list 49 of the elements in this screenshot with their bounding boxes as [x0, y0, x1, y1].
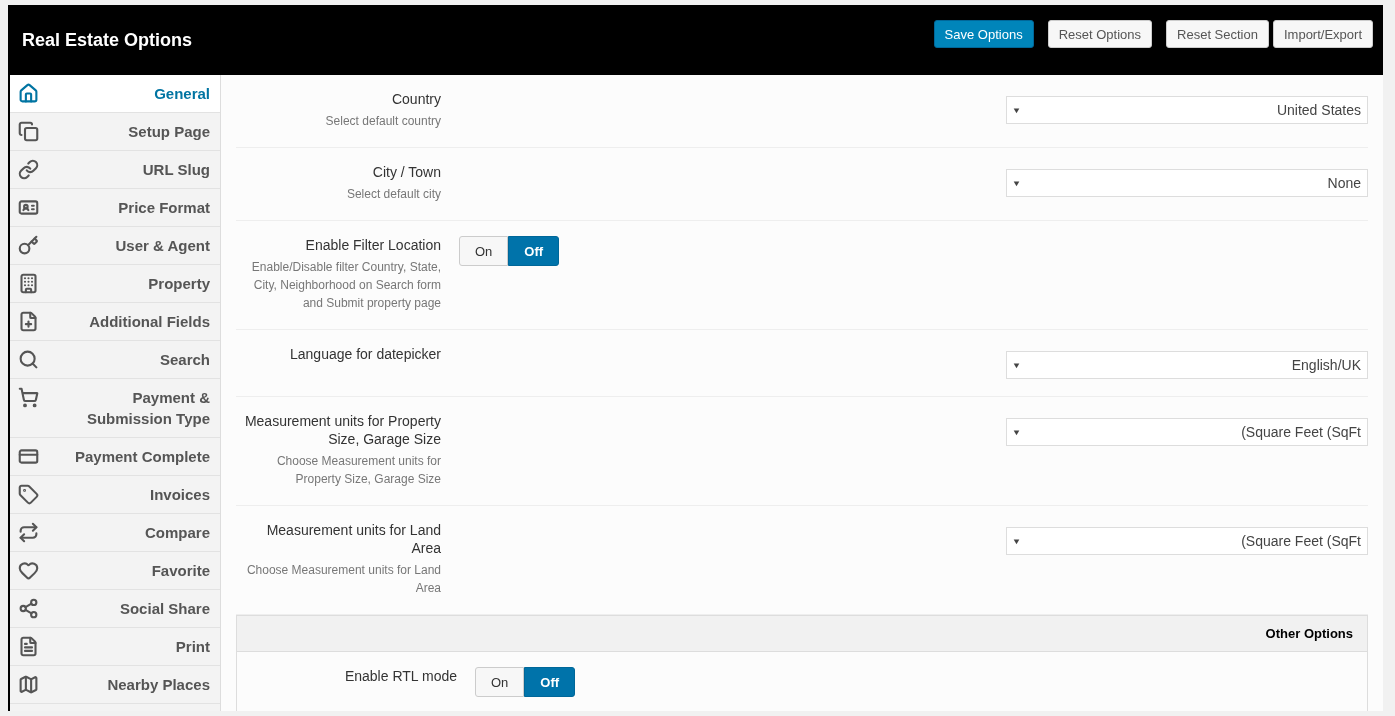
select-field[interactable]: (Square Feet (SqFt [1006, 418, 1368, 446]
setting-description: Select default country [325, 113, 441, 130]
setting-label: Country [391, 90, 441, 108]
cart-icon [18, 387, 39, 408]
page-title: Real Estate Options [22, 29, 193, 51]
section-title: Other Options [1265, 626, 1353, 641]
building-icon [18, 273, 39, 294]
heart-icon [18, 560, 39, 581]
setting-label: Language for datepicker [290, 345, 441, 363]
pages-icon [18, 121, 39, 142]
header-button[interactable]: Reset Options [1047, 20, 1153, 48]
toggle-option[interactable]: Off [524, 667, 576, 697]
setting-label: Measurement units for Property Size, Garage Size [243, 412, 441, 448]
setting-label: City / Town [372, 163, 441, 181]
card-icon [18, 446, 39, 467]
toggle-option[interactable]: Off [508, 236, 560, 266]
key-icon [18, 235, 39, 256]
link-icon [18, 159, 39, 180]
caret-icon [1013, 179, 1020, 187]
document-icon [18, 636, 39, 657]
map-icon [18, 674, 39, 695]
share-icon [18, 598, 39, 619]
save-button[interactable]: Save Options [933, 20, 1034, 48]
caret-icon [1013, 361, 1020, 369]
search-icon [18, 349, 39, 370]
setting-description: Select default city [346, 186, 441, 203]
id-card-icon [18, 197, 39, 218]
header-button[interactable]: Reset Section [1166, 20, 1269, 48]
select-field[interactable]: English/UK [1006, 351, 1368, 379]
setting-label: Enable Filter Location [305, 236, 441, 254]
select-field[interactable]: United States [1006, 96, 1368, 124]
select-field[interactable]: None [1006, 169, 1368, 197]
sidebar-item[interactable]: General [10, 75, 220, 113]
setting-description: Choose Measurement units for Property Size, Garage Size [275, 453, 441, 488]
caret-icon [1013, 537, 1020, 545]
setting-description: Enable/Disable filter Country, State, City, Neighborhood on Search form and Submit property page [250, 259, 441, 312]
file-plus-icon [18, 311, 39, 332]
caret-icon [1013, 106, 1020, 114]
setting-description: Choose Measurement units for Land Area [245, 562, 441, 597]
tag-icon [18, 484, 39, 505]
repeat-icon [18, 522, 39, 543]
select-field[interactable]: (Square Feet (SqFt [1006, 527, 1368, 555]
house-icon [18, 83, 39, 104]
caret-icon [1013, 428, 1020, 436]
toggle-option[interactable]: On [475, 667, 525, 697]
header-button[interactable]: Import/Export [1272, 20, 1373, 48]
setting-label: Enable RTL mode [344, 667, 457, 685]
setting-label: Measurement units for Land Area [265, 521, 441, 557]
toggle-option[interactable]: On [459, 236, 509, 266]
